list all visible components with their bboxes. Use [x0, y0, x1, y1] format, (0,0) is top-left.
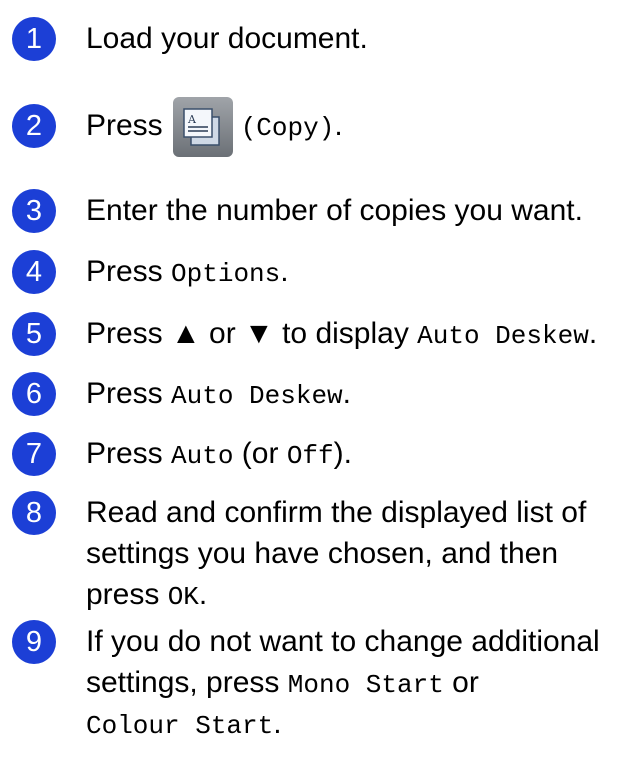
- step-6-period: .: [342, 377, 352, 410]
- step-5-text: Press ▲ or ▼ to display Auto Deskew.: [86, 315, 614, 355]
- step-9-line-1: If you do not want to change additional: [86, 625, 600, 658]
- step-6-number: 6: [12, 372, 56, 416]
- step-3-number: 3: [12, 189, 56, 233]
- step-1-text: Load your document.: [86, 22, 368, 55]
- step-7-text: Press Auto (or Off).: [86, 435, 614, 475]
- step-8-number: 8: [12, 491, 56, 535]
- step-8-press-label: press: [86, 578, 160, 611]
- step-8-line-2: settings you have chosen, and then: [86, 537, 559, 570]
- step-2-copy-code: (Copy): [240, 113, 335, 143]
- step-4-options-code: Options: [171, 259, 281, 289]
- step-3-text: Enter the number of copies you want.: [86, 194, 583, 227]
- step-9-number: 9: [12, 620, 56, 664]
- step-4-text: Press Options.: [86, 253, 614, 293]
- step-5-period: .: [588, 317, 598, 350]
- step-8-line-1: Read and confirm the displayed list of: [86, 496, 587, 529]
- step-4-number: 4: [12, 250, 56, 294]
- step-9-colour-start-code: Colour Start: [86, 711, 274, 741]
- step-8-ok-code: OK: [167, 582, 199, 612]
- step-7-close: ).: [333, 437, 352, 470]
- step-5-number: 5: [12, 312, 56, 356]
- step-9-or-label: or: [452, 666, 479, 699]
- step-1-number: 1: [12, 17, 56, 61]
- step-7-auto-code: Auto: [171, 441, 234, 471]
- step-5-auto-deskew-code: Auto Deskew: [417, 321, 589, 351]
- step-6-auto-deskew-code: Auto Deskew: [171, 381, 343, 411]
- step-2-period: .: [334, 109, 343, 142]
- step-7-press-label: Press: [86, 437, 163, 470]
- step-8-line-3: press OK.: [86, 576, 614, 616]
- step-9-settings-label: settings, press: [86, 666, 280, 699]
- step-4-press-label: Press: [86, 255, 163, 288]
- step-5-press-label: Press ▲ or ▼ to display: [86, 317, 409, 350]
- step-7-or-label: (or: [241, 437, 279, 470]
- step-8-period: .: [198, 578, 208, 611]
- step-9-line-2: settings, press Mono Start or: [86, 664, 614, 704]
- step-9-line-3: Colour Start.: [86, 705, 614, 745]
- step-2-press-label: Press: [86, 109, 163, 142]
- step-7-number: 7: [12, 432, 56, 476]
- step-2-number: 2: [12, 104, 56, 148]
- svg-text:A: A: [187, 113, 197, 126]
- step-9-period: .: [273, 707, 282, 740]
- step-4-period: .: [280, 255, 289, 288]
- step-2-text: Press A (Copy).: [86, 97, 614, 158]
- step-7-off-code: Off: [286, 441, 334, 471]
- step-6-text: Press Auto Deskew.: [86, 375, 614, 415]
- step-9-mono-start-code: Mono Start: [287, 670, 444, 700]
- step-6-press-label: Press: [86, 377, 163, 410]
- copy-icon: A: [172, 97, 233, 158]
